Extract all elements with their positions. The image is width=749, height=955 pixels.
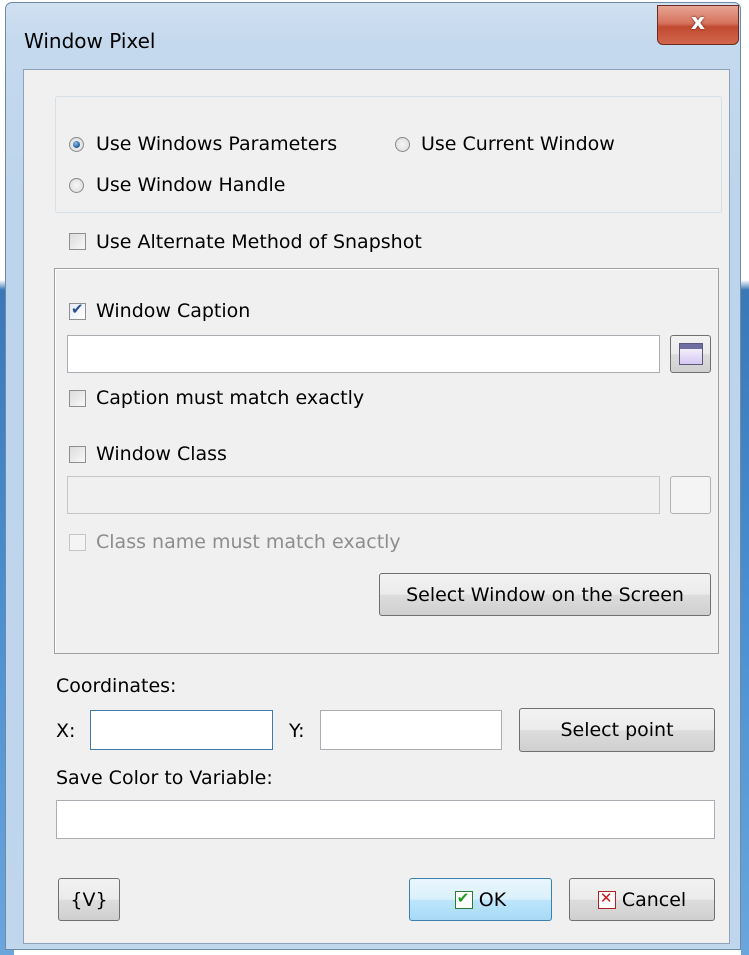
close-icon: x [690, 10, 706, 35]
select-window-on-screen-label: Select Window on the Screen [406, 583, 684, 606]
radio-use-windows-parameters-label[interactable]: Use Windows Parameters [96, 133, 337, 155]
dialog-client-area: Use Windows Parameters Use Current Windo… [23, 69, 730, 944]
window-caption-picker-button[interactable] [670, 335, 711, 373]
class-exact-checkbox[interactable] [69, 534, 86, 551]
coordinates-label: Coordinates: [56, 675, 177, 697]
window-caption-label[interactable]: Window Caption [96, 300, 250, 322]
y-label: Y: [289, 720, 305, 742]
close-button[interactable]: x [657, 5, 739, 45]
window-class-input[interactable] [67, 476, 660, 514]
window-caption-checkbox[interactable] [69, 300, 86, 320]
save-color-label: Save Color to Variable: [56, 767, 273, 789]
background-desktop-strip-right [741, 0, 749, 955]
dialog-window: Window Pixel x Use Windows Parameters Us… [5, 2, 741, 950]
cancel-label: Cancel [621, 888, 687, 911]
x-icon [597, 889, 616, 909]
select-window-on-screen-button[interactable]: Select Window on the Screen [379, 573, 711, 616]
caption-exact-checkbox[interactable] [69, 390, 86, 407]
radio-use-current-window[interactable] [395, 137, 410, 152]
variables-label: {V} [70, 888, 108, 911]
checkmark-icon [454, 889, 473, 909]
save-color-variable-input[interactable] [56, 800, 715, 839]
window-caption-input[interactable] [67, 335, 660, 373]
ok-label: OK [478, 888, 507, 911]
caption-exact-label[interactable]: Caption must match exactly [96, 387, 364, 409]
cancel-button[interactable]: Cancel [569, 878, 715, 921]
window-class-checkbox[interactable] [69, 446, 86, 463]
window-picker-icon [679, 343, 703, 365]
window-class-picker-button[interactable] [670, 476, 711, 514]
radio-use-windows-parameters[interactable] [69, 137, 84, 152]
select-point-button[interactable]: Select point [519, 708, 715, 752]
radio-use-current-window-label[interactable]: Use Current Window [421, 133, 615, 155]
y-coordinate-input[interactable] [320, 710, 502, 750]
window-title: Window Pixel [24, 29, 156, 53]
alternate-snapshot-label[interactable]: Use Alternate Method of Snapshot [96, 231, 422, 253]
x-label: X: [56, 720, 76, 742]
alternate-snapshot-checkbox[interactable] [69, 233, 86, 250]
class-exact-label[interactable]: Class name must match exactly [96, 531, 401, 553]
x-coordinate-input[interactable] [90, 710, 273, 750]
select-point-label: Select point [560, 719, 674, 741]
radio-use-window-handle[interactable] [69, 178, 84, 193]
variables-button[interactable]: {V} [58, 878, 120, 921]
radio-use-window-handle-label[interactable]: Use Window Handle [96, 174, 286, 196]
ok-button[interactable]: OK [409, 878, 552, 921]
window-class-label[interactable]: Window Class [96, 443, 227, 465]
window-identification-panel: Window Caption Caption must match exactl… [54, 268, 719, 654]
mode-group: Use Windows Parameters Use Current Windo… [55, 96, 722, 213]
